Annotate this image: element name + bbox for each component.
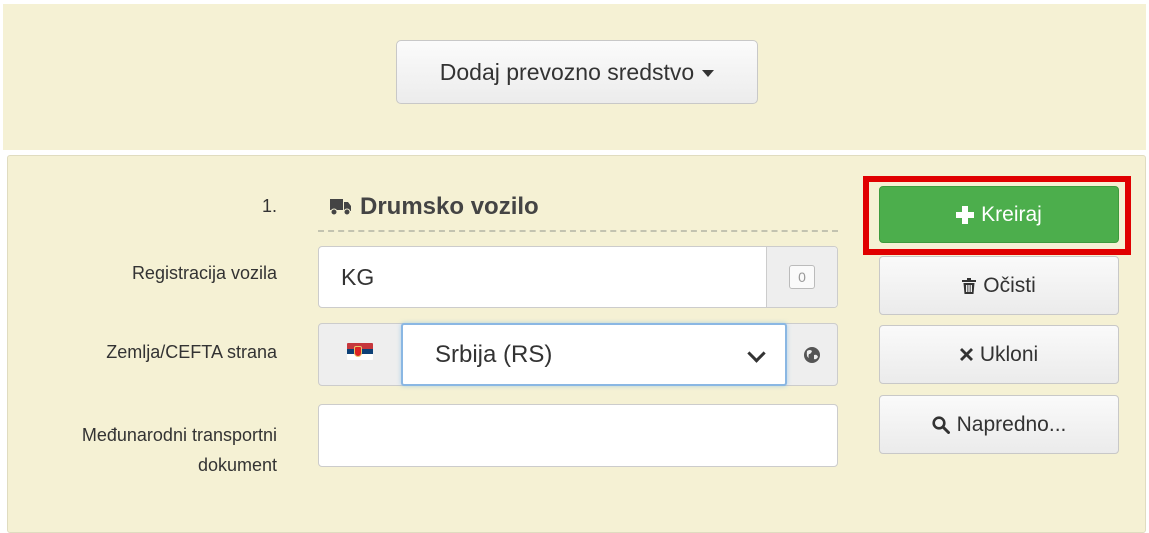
section-title: Drumsko vozilo (318, 184, 838, 232)
country-field: Srbija (RS) (318, 323, 838, 386)
chevron-down-icon (747, 344, 766, 363)
country-select-value: Srbija (RS) (435, 340, 553, 368)
country-select[interactable]: Srbija (RS) (401, 323, 787, 386)
registration-input[interactable] (319, 247, 764, 307)
document-input[interactable] (319, 405, 837, 466)
clear-label: Očisti (983, 273, 1036, 297)
vehicle-index: 1. (261, 196, 277, 216)
truck-icon (330, 199, 351, 216)
globe-addon[interactable] (787, 324, 837, 385)
section-title-text: Drumsko vozilo (360, 193, 539, 220)
search-icon (932, 415, 950, 434)
document-field[interactable] (318, 404, 838, 467)
clear-button[interactable]: Očisti (879, 256, 1119, 315)
add-transport-button[interactable]: Dodaj prevozno sredstvo (396, 40, 758, 104)
remove-button[interactable]: Ukloni (879, 325, 1119, 384)
caret-down-icon (702, 70, 715, 77)
remove-label: Ukloni (979, 342, 1039, 366)
highlight-box (863, 176, 1131, 255)
add-transport-label: Dodaj prevozno sredstvo (439, 58, 695, 85)
flag-addon (319, 324, 401, 385)
registration-counter-badge: 0 (789, 265, 815, 289)
globe-icon (804, 346, 820, 363)
advanced-button[interactable]: Napredno... (879, 395, 1119, 454)
serbia-flag-icon (347, 343, 373, 360)
close-icon (959, 348, 973, 361)
country-label: Zemlja/CEFTA strana (106, 342, 277, 362)
advanced-label: Napredno... (956, 412, 1067, 436)
registration-label: Registracija vozila (131, 263, 277, 283)
registration-counter-addon: 0 (766, 247, 837, 307)
document-label: Međunarodni transportni dokument (81, 425, 277, 475)
registration-field: 0 (318, 246, 838, 308)
trash-icon (962, 277, 977, 294)
